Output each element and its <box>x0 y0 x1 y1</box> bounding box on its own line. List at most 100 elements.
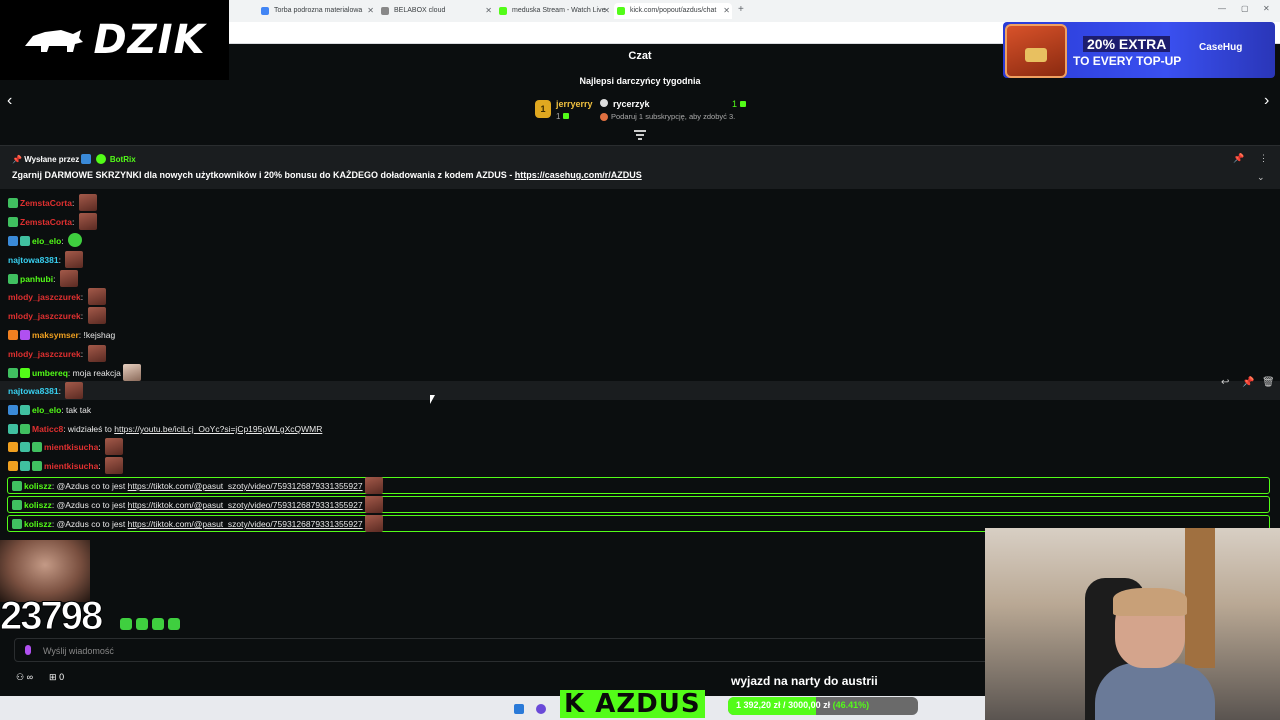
chat-text: !kejshag <box>83 330 116 340</box>
filter-icon[interactable] <box>634 130 646 140</box>
user-badge-icon <box>20 405 30 415</box>
stream-logo-overlay: DZIK <box>0 0 229 80</box>
username-separator: : <box>53 274 58 284</box>
emote-icon <box>168 618 180 630</box>
pin-toggle-icon[interactable]: 📌 <box>1233 153 1244 164</box>
chat-username[interactable]: koliszz <box>24 519 52 529</box>
window-close-icon[interactable]: ✕ <box>1263 4 1270 13</box>
gifter-name[interactable]: rycerzyk <box>613 99 650 109</box>
more-options-icon[interactable]: ⋮ <box>1259 153 1268 164</box>
chat-username[interactable]: mlody_jaszczurek <box>8 311 81 321</box>
emote-icon <box>105 457 124 474</box>
chat-username[interactable]: ZemstaCorta <box>20 217 72 227</box>
top-gifter-name[interactable]: jerryerry <box>556 99 593 109</box>
emote-icon <box>87 307 106 324</box>
chat-username[interactable]: mientkisucha <box>44 461 98 471</box>
top-gifter-count: 1 <box>556 112 569 121</box>
windows-start-icon[interactable] <box>514 704 524 714</box>
chat-username[interactable]: mlody_jaszczurek <box>8 349 81 359</box>
chat-username[interactable]: najtowa8381 <box>8 255 59 265</box>
user-badge-icon <box>20 368 30 378</box>
browser-tab[interactable]: meduska Stream - Watch Live ✕ <box>496 3 612 19</box>
gift-count[interactable]: ⊞ 0 <box>49 672 64 683</box>
chat-username[interactable]: koliszz <box>24 500 52 510</box>
chat-input-box[interactable] <box>14 638 989 662</box>
microphone-icon[interactable] <box>25 645 31 655</box>
emote-icon <box>65 382 84 399</box>
chat-username[interactable]: maksymser <box>32 330 79 340</box>
chat-message: koliszz: @Azdus co to jest https://tikto… <box>12 515 383 533</box>
chat-username[interactable]: Maticc8 <box>32 424 63 434</box>
chat-username[interactable]: umbereq <box>32 368 68 378</box>
top-gifters-title: Najlepsi darczyńcy tygodnia <box>579 76 701 86</box>
chat-message: najtowa8381: <box>8 251 84 269</box>
chat-message: mientkisucha: <box>8 457 124 475</box>
close-icon[interactable]: ✕ <box>603 3 610 19</box>
emote-row <box>120 618 180 630</box>
user-badge-icon <box>8 330 18 340</box>
chat-text: @Azdus co to jest <box>56 500 128 510</box>
tab-favicon-icon <box>617 7 625 15</box>
close-icon[interactable]: ✕ <box>723 3 730 19</box>
chat-username[interactable]: elo_elo <box>32 236 61 246</box>
viewer-count[interactable]: ⚇ ∞ <box>16 672 33 683</box>
chat-username[interactable]: mientkisucha <box>44 442 98 452</box>
gold-medal-icon: 1 <box>535 100 551 118</box>
username-separator: : <box>71 198 77 208</box>
chat-title: Czat <box>628 50 652 62</box>
chat-message: mlody_jaszczurek: <box>8 345 106 363</box>
tab-label: meduska Stream - Watch Live <box>512 7 606 14</box>
pinned-link[interactable]: https://casehug.com/r/AZDUS <box>515 170 642 180</box>
emote-icon <box>68 233 83 247</box>
chat-message: koliszz: @Azdus co to jest https://tikto… <box>12 477 383 495</box>
user-badge-icon <box>8 368 18 378</box>
emote-icon <box>364 496 383 513</box>
reply-icon[interactable]: ↩ <box>1221 377 1229 388</box>
goal-current: 1 392,20 zł <box>736 700 781 710</box>
username-separator: : <box>58 255 64 265</box>
chat-username[interactable]: elo_elo <box>32 405 61 415</box>
chevron-right-icon[interactable]: › <box>1264 92 1269 110</box>
user-badge-icon <box>8 405 18 415</box>
browser-tab[interactable]: Torba podrozna materialowa ✕ <box>258 3 376 19</box>
gift-box-icon: ⊞ <box>49 672 57 682</box>
chevron-left-icon[interactable]: ‹ <box>7 92 12 110</box>
username-separator: : <box>98 442 104 452</box>
pinned-by-user[interactable]: BotRix <box>110 155 136 164</box>
maximize-icon[interactable]: ▢ <box>1241 4 1249 13</box>
goal-progress-text: 1 392,20 zł / 3000,00 zł (46.41%) <box>736 700 869 710</box>
minimize-icon[interactable]: — <box>1218 4 1226 13</box>
pin-message-icon[interactable]: 📌 <box>1242 377 1254 388</box>
username-separator: : <box>58 386 64 396</box>
chat-message: koliszz: @Azdus co to jest https://tikto… <box>12 496 383 514</box>
cam-background <box>1185 528 1215 668</box>
username-separator: : <box>98 461 104 471</box>
tab-label: BELABOX cloud <box>394 7 446 14</box>
chat-username[interactable]: mlody_jaszczurek <box>8 292 81 302</box>
chat-link[interactable]: https://tiktok.com/@pasut_szoty/video/75… <box>128 500 363 510</box>
user-badge-icon <box>12 500 22 510</box>
chat-username[interactable]: koliszz <box>24 481 52 491</box>
chat-link[interactable]: https://tiktok.com/@pasut_szoty/video/75… <box>128 481 363 491</box>
new-tab-icon[interactable]: + <box>738 4 744 15</box>
app-icon[interactable] <box>536 704 546 714</box>
chat-username[interactable]: panhubi <box>20 274 53 284</box>
chat-message: Maticc8: widziałeś to https://youtu.be/i… <box>8 420 322 438</box>
chat-link[interactable]: https://youtu.be/iciLcj_OoYc?si=jCp195pW… <box>114 424 322 434</box>
chat-username[interactable]: najtowa8381 <box>8 386 59 396</box>
chat-message: mlody_jaszczurek: <box>8 307 106 325</box>
chat-message-input[interactable] <box>43 643 943 659</box>
browser-tab[interactable]: BELABOX cloud ✕ <box>378 3 494 19</box>
close-icon[interactable]: ✕ <box>485 3 492 19</box>
username-separator: : <box>71 217 77 227</box>
browser-tab-active[interactable]: kick.com/popout/azdus/chat ✕ <box>614 3 732 19</box>
close-icon[interactable]: ✕ <box>367 3 374 19</box>
emote-icon <box>136 618 148 630</box>
pinned-by-label: Wysłane przez <box>24 155 80 164</box>
hovered-row-highlight <box>0 381 1280 400</box>
chevron-down-icon[interactable]: ⌄ <box>1257 172 1265 183</box>
badge-icon <box>81 154 92 164</box>
delete-icon[interactable]: 🗑 <box>1262 377 1275 388</box>
chat-link[interactable]: https://tiktok.com/@pasut_szoty/video/75… <box>128 519 363 529</box>
chat-username[interactable]: ZemstaCorta <box>20 198 72 208</box>
